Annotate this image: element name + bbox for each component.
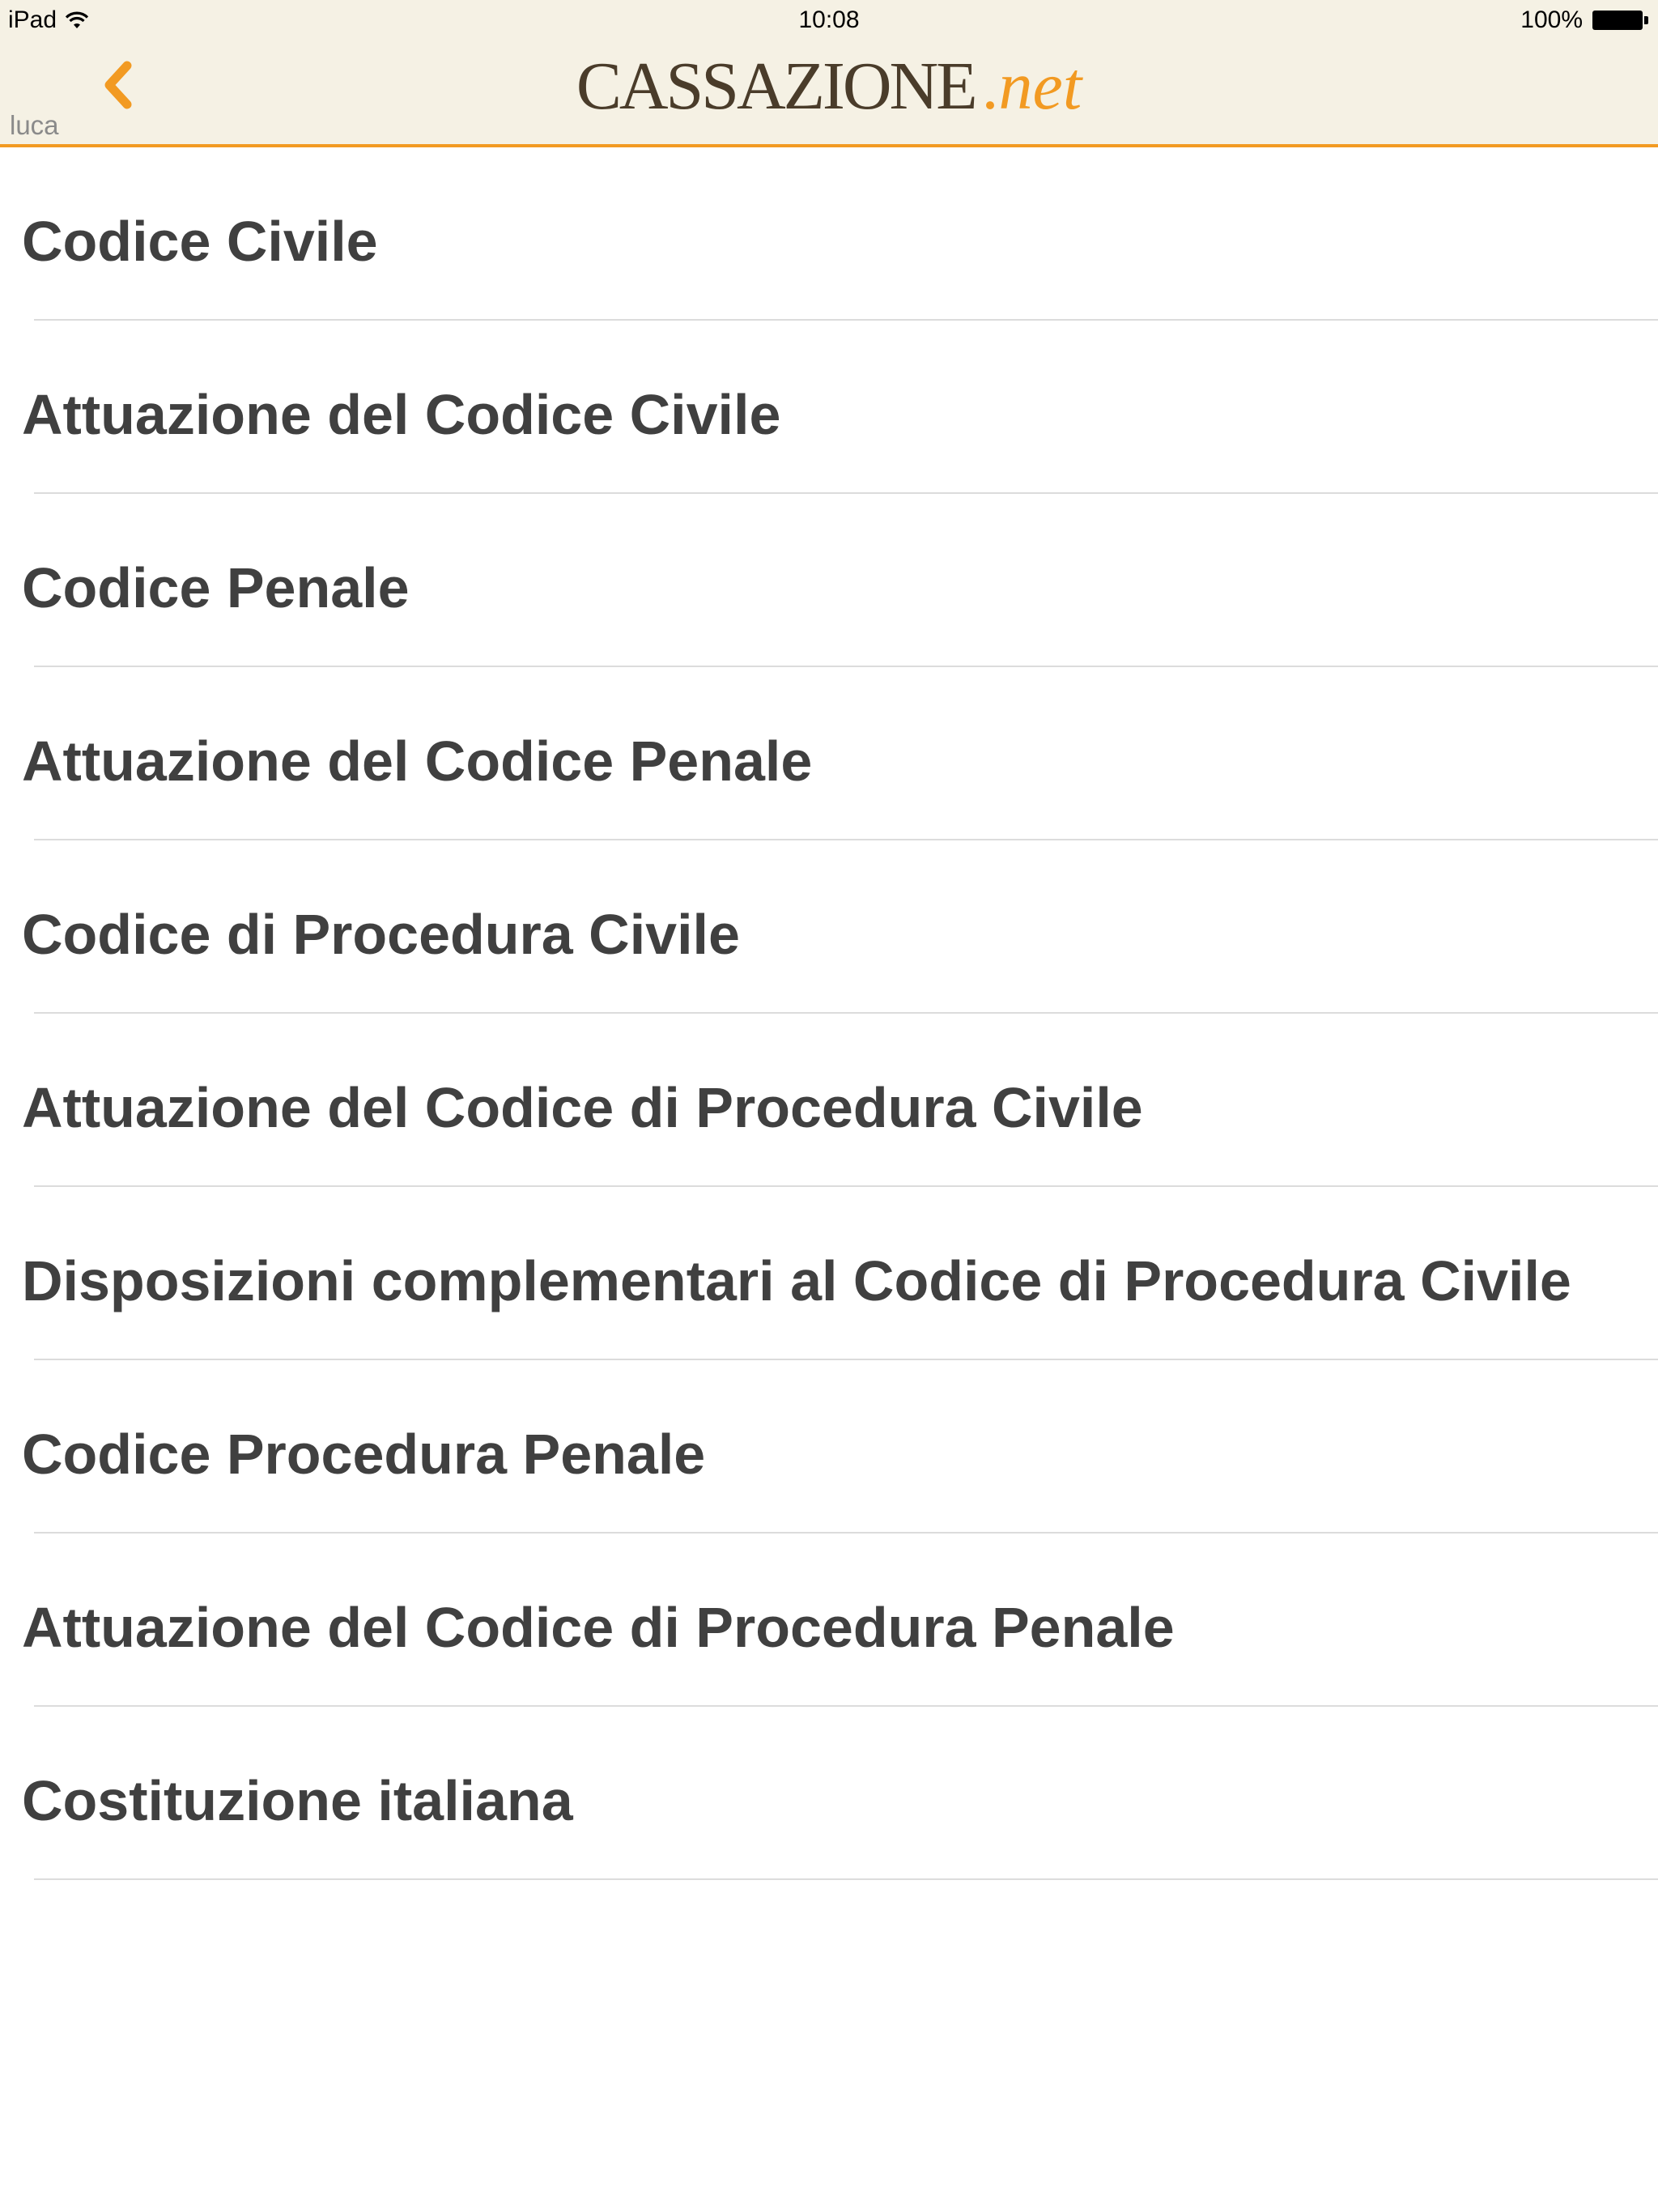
status-right: 100%	[1520, 6, 1648, 34]
app-logo: CASSAZIONE.net	[0, 47, 1658, 125]
list-item-attuazione-codice-civile[interactable]: Attuazione del Codice Civile	[0, 321, 1658, 494]
list-item-label: Costituzione italiana	[22, 1769, 573, 1832]
nav-bar: luca CASSAZIONE.net	[0, 42, 1658, 147]
list-item-codice-penale[interactable]: Codice Penale	[0, 494, 1658, 667]
list-item-codice-procedura-penale[interactable]: Codice Procedura Penale	[0, 1360, 1658, 1534]
list-item-disposizioni-complementari[interactable]: Disposizioni complementari al Codice di …	[0, 1187, 1658, 1360]
logo-main-text: CASSAZIONE	[576, 49, 978, 124]
separator	[34, 1878, 1658, 1880]
list-item-attuazione-codice-procedura-civile[interactable]: Attuazione del Codice di Procedura Civil…	[0, 1014, 1658, 1187]
codes-list: Codice Civile Attuazione del Codice Civi…	[0, 147, 1658, 1880]
battery-icon	[1592, 11, 1648, 30]
list-item-label: Attuazione del Codice di Procedura Civil…	[22, 1076, 1143, 1139]
list-item-attuazione-codice-procedura-penale[interactable]: Attuazione del Codice di Procedura Penal…	[0, 1534, 1658, 1707]
list-item-label: Codice di Procedura Civile	[22, 903, 740, 966]
header: iPad 10:08 100% luca CASSAZIONE.net	[0, 0, 1658, 147]
status-bar: iPad 10:08 100%	[0, 0, 1658, 42]
list-item-label: Codice Procedura Penale	[22, 1423, 706, 1486]
list-item-codice-civile[interactable]: Codice Civile	[0, 147, 1658, 321]
list-item-label: Disposizioni complementari al Codice di …	[22, 1249, 1571, 1312]
battery-percentage: 100%	[1520, 6, 1583, 33]
list-item-label: Codice Civile	[22, 210, 378, 273]
status-time: 10:08	[798, 6, 860, 33]
list-item-codice-procedura-civile[interactable]: Codice di Procedura Civile	[0, 840, 1658, 1014]
list-item-attuazione-codice-penale[interactable]: Attuazione del Codice Penale	[0, 667, 1658, 840]
list-item-label: Attuazione del Codice Civile	[22, 383, 781, 446]
list-item-costituzione-italiana[interactable]: Costituzione italiana	[0, 1707, 1658, 1880]
list-item-label: Attuazione del Codice di Procedura Penal…	[22, 1596, 1175, 1659]
list-item-label: Attuazione del Codice Penale	[22, 730, 813, 793]
logo-net-text: net	[998, 49, 1082, 124]
list-item-label: Codice Penale	[22, 556, 410, 619]
logo-dot: .	[981, 49, 999, 124]
